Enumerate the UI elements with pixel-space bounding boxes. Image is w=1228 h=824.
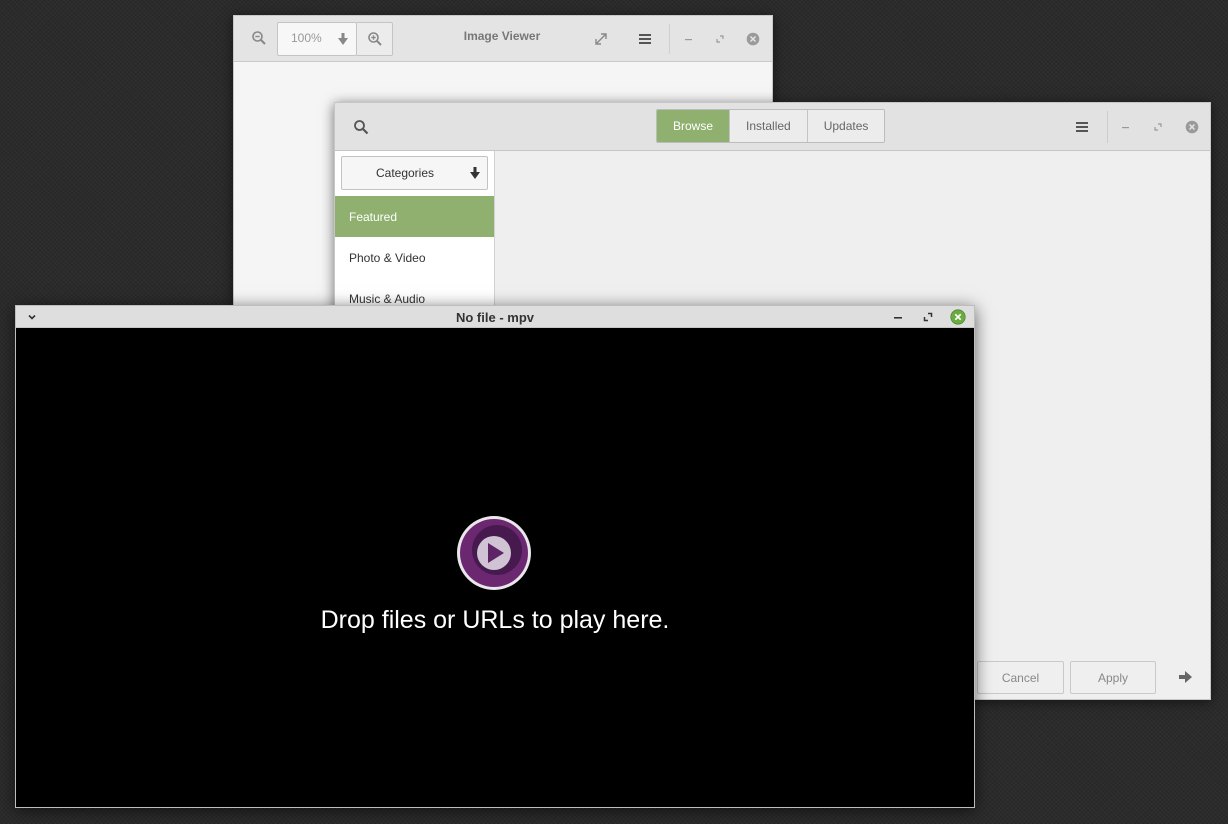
fullscreen-button[interactable] xyxy=(590,28,612,50)
image-viewer-headerbar: 100% Image Viewer xyxy=(234,16,772,62)
close-icon xyxy=(746,32,760,46)
minimize-icon xyxy=(894,317,902,319)
maximize-icon xyxy=(716,35,724,43)
image-viewer-menu-button[interactable] xyxy=(634,28,656,50)
search-button[interactable] xyxy=(349,115,373,139)
image-viewer-minimize-button[interactable] xyxy=(680,28,698,50)
tab-updates[interactable]: Updates xyxy=(807,110,885,142)
mpv-logo-icon xyxy=(457,516,531,590)
category-item-featured[interactable]: Featured xyxy=(335,196,494,237)
maximize-icon xyxy=(923,312,933,322)
arrow-right-icon xyxy=(1179,671,1192,683)
search-icon xyxy=(354,120,369,135)
mpv-close-button[interactable] xyxy=(949,308,967,326)
software-manager-close-button[interactable] xyxy=(1181,116,1203,138)
image-viewer-close-button[interactable] xyxy=(742,28,764,50)
close-icon xyxy=(1185,120,1199,134)
software-manager-maximize-button[interactable] xyxy=(1149,116,1167,138)
hamburger-menu-icon xyxy=(639,34,651,44)
minimize-icon xyxy=(1122,127,1129,129)
close-icon xyxy=(950,309,966,325)
headerbar-separator xyxy=(1107,111,1108,143)
image-viewer-maximize-button[interactable] xyxy=(711,28,729,50)
mpv-titlebar: No file - mpv xyxy=(16,306,974,328)
tab-installed[interactable]: Installed xyxy=(730,110,808,142)
mpv-window-title: No file - mpv xyxy=(455,310,534,325)
hamburger-menu-icon xyxy=(1076,122,1088,132)
next-button[interactable] xyxy=(1175,666,1197,688)
cancel-button[interactable]: Cancel xyxy=(977,661,1064,694)
software-manager-menu-button[interactable] xyxy=(1071,116,1093,138)
mpv-window: No file - mpv Drop files or URLs to play… xyxy=(15,305,975,808)
fullscreen-icon xyxy=(595,33,607,45)
software-manager-minimize-button[interactable] xyxy=(1117,116,1135,138)
headerbar-separator xyxy=(669,24,670,54)
maximize-icon xyxy=(1154,123,1162,131)
category-item-photo-video[interactable]: Photo & Video xyxy=(335,237,494,278)
minimize-icon xyxy=(685,39,692,41)
mpv-maximize-button[interactable] xyxy=(920,309,936,325)
categories-dropdown[interactable]: Categories xyxy=(341,156,488,190)
software-manager-headerbar: Browse Installed Updates xyxy=(335,103,1210,151)
mpv-minimize-button[interactable] xyxy=(890,309,906,325)
drop-files-message: Drop files or URLs to play here. xyxy=(320,606,670,634)
tab-browse[interactable]: Browse xyxy=(657,110,731,142)
apply-button[interactable]: Apply xyxy=(1070,661,1156,694)
dropdown-arrow-icon xyxy=(470,167,480,179)
view-switcher: Browse Installed Updates xyxy=(656,109,886,143)
categories-dropdown-label: Categories xyxy=(375,166,435,180)
